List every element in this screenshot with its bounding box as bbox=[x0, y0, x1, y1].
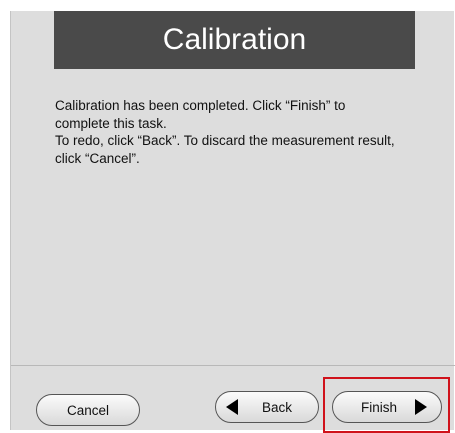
finish-button[interactable]: Finish bbox=[332, 391, 442, 423]
instruction-message: Calibration has been completed. Click “F… bbox=[55, 97, 395, 167]
finish-arrow-icon bbox=[415, 399, 428, 415]
message-line-redo: To redo, click “Back”. To discard the me… bbox=[55, 133, 395, 166]
back-arrow-icon bbox=[226, 399, 238, 415]
page-title: Calibration bbox=[54, 11, 415, 69]
cancel-button-label: Cancel bbox=[66, 402, 110, 418]
back-button[interactable]: Back bbox=[215, 391, 319, 423]
finish-button-label: Finish bbox=[361, 399, 398, 415]
cancel-button[interactable]: Cancel bbox=[36, 394, 140, 426]
divider bbox=[11, 365, 455, 366]
back-button-label: Back bbox=[262, 399, 293, 415]
calibration-dialog: Calibration Calibration has been complet… bbox=[10, 11, 455, 433]
message-line-completed: Calibration has been completed. Click “F… bbox=[55, 98, 346, 131]
